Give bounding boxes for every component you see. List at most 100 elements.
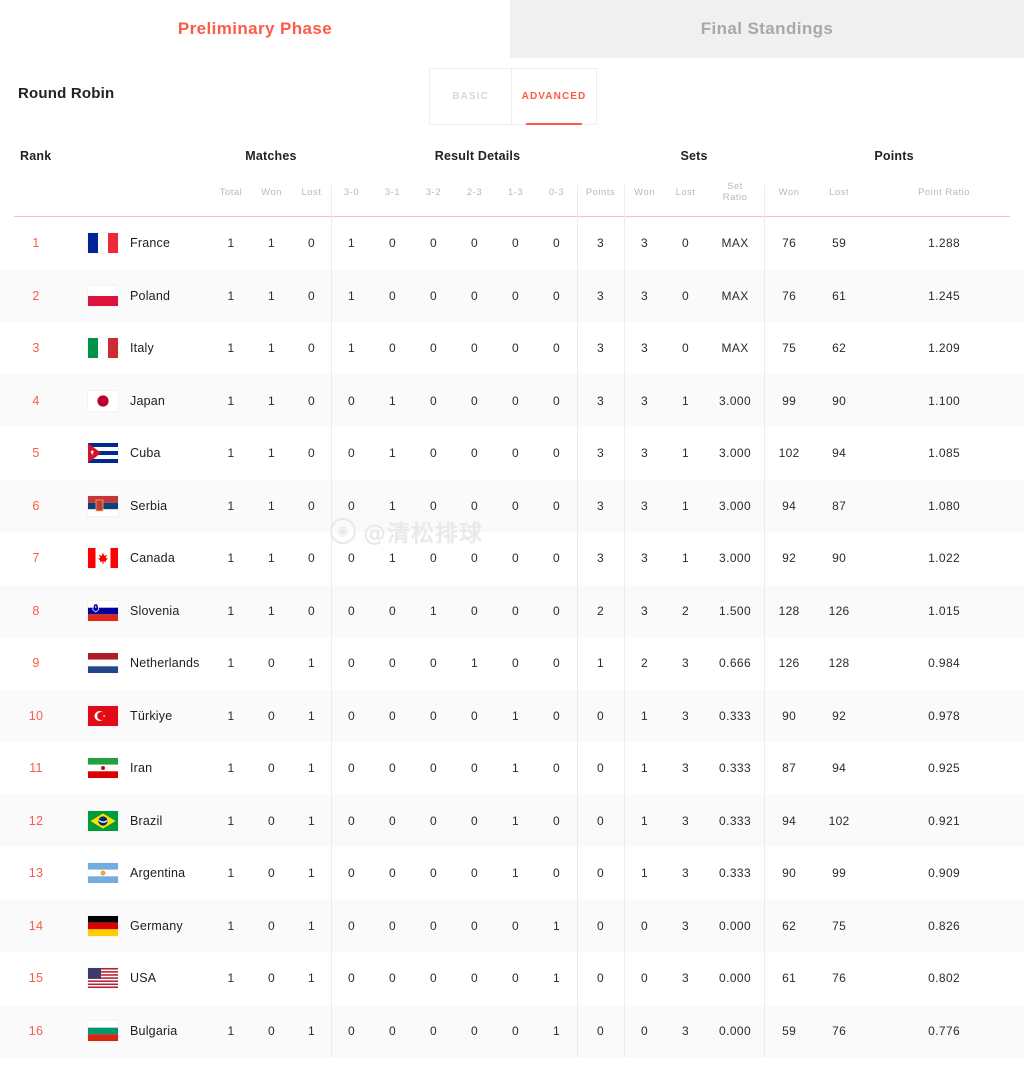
cell-res-0-3: 0 [553, 446, 560, 461]
table-row[interactable]: 12 Brazil 1 0 1 0 0 0 0 1 0 0 1 3 0.333 94 102 0.921 [0, 794, 1024, 847]
cell-points-lost: 62 [832, 341, 847, 356]
cell-result-points: 3 [597, 498, 605, 513]
cell-result-points: 3 [597, 236, 605, 251]
cell-res-1-3: 0 [512, 603, 519, 618]
cell-res-3-0: 0 [348, 918, 355, 933]
cell-set-ratio: 0.333 [719, 708, 752, 723]
cell-result-points: 0 [597, 918, 605, 933]
cell-res-0-3: 1 [553, 1023, 560, 1038]
cell-point-ratio: 1.209 [928, 341, 961, 356]
cell-res-3-1: 0 [389, 866, 396, 881]
cell-res-3-1: 0 [389, 761, 396, 776]
cell-sets-won: 3 [641, 498, 649, 513]
cell-team-name: France [130, 236, 171, 251]
cell-set-ratio: MAX [721, 236, 749, 251]
cell-sets-won: 1 [641, 866, 649, 881]
table-row[interactable]: 15 USA 1 0 1 0 0 0 0 0 1 0 0 3 0.000 61 76 0.802 [0, 952, 1024, 1005]
cell-rank: 16 [28, 1023, 44, 1038]
cell-point-ratio: 1.288 [928, 236, 961, 251]
cell-rank: 4 [32, 393, 40, 408]
cell-res-3-1: 0 [389, 918, 396, 933]
cell-matches-won: 1 [268, 498, 275, 513]
table-row[interactable]: 4 Japan 1 1 0 0 1 0 0 0 0 3 3 1 3.000 99 90 1.100 [0, 374, 1024, 427]
cell-matches-lost: 1 [308, 866, 315, 881]
cell-res-3-2: 0 [430, 708, 437, 723]
cell-res-2-3: 1 [471, 656, 478, 671]
cell-res-3-1: 1 [389, 498, 396, 513]
table-row[interactable]: 7 Canada 1 1 0 0 1 0 0 0 0 3 3 1 3.000 92 90 1.022 [0, 532, 1024, 585]
group-header-sets: Sets [680, 149, 708, 163]
cell-res-3-1: 0 [389, 971, 396, 986]
cell-result-points: 3 [597, 341, 605, 356]
cell-matches-total: 1 [227, 708, 235, 723]
table-row[interactable]: 8 Slovenia 1 1 0 0 0 1 0 0 0 2 3 2 1.500 128 126 1.015 [0, 584, 1024, 637]
tab-advanced[interactable]: ADVANCED [512, 69, 596, 125]
cell-res-3-0: 0 [348, 761, 355, 776]
cell-sets-lost: 3 [682, 971, 690, 986]
cell-matches-won: 1 [268, 288, 275, 303]
tab-basic[interactable]: BASIC [430, 69, 512, 124]
tab-final-standings[interactable]: Final Standings [510, 0, 1024, 58]
cell-points-won: 90 [782, 708, 797, 723]
cell-team-name: Slovenia [130, 603, 180, 618]
cell-res-3-1: 0 [389, 288, 396, 303]
table-row[interactable]: 2 Poland 1 1 0 1 0 0 0 0 0 3 3 0 MAX 76 61 1.245 [0, 269, 1024, 322]
cell-point-ratio: 1.022 [928, 551, 961, 566]
cell-point-ratio: 0.978 [928, 708, 961, 723]
cell-res-1-3: 1 [512, 866, 519, 881]
cell-res-3-1: 0 [389, 236, 396, 251]
cell-res-1-3: 0 [512, 341, 519, 356]
cell-res-3-2: 0 [430, 341, 437, 356]
cell-res-3-2: 0 [430, 761, 437, 776]
cell-team-name: Italy [130, 341, 154, 356]
flag-ir-icon [72, 742, 128, 795]
cell-rank: 5 [32, 446, 40, 461]
cell-matches-lost: 1 [308, 918, 315, 933]
sub-header-sets-lost: Lost [675, 186, 696, 198]
cell-set-ratio: 0.666 [719, 656, 752, 671]
cell-sets-lost: 3 [682, 708, 690, 723]
table-row[interactable]: 14 Germany 1 0 1 0 0 0 0 0 1 0 0 3 0.000 62 75 0.826 [0, 899, 1024, 952]
cell-point-ratio: 0.776 [928, 1023, 961, 1038]
cell-res-3-0: 0 [348, 971, 355, 986]
cell-res-3-0: 0 [348, 813, 355, 828]
cell-matches-lost: 0 [308, 551, 315, 566]
cell-res-3-1: 0 [389, 656, 396, 671]
table-row[interactable]: 10 Türkiye 1 0 1 0 0 0 0 1 0 0 1 3 0.333 90 92 0.978 [0, 689, 1024, 742]
tab-preliminary-phase[interactable]: Preliminary Phase [0, 0, 510, 58]
cell-matches-total: 1 [227, 656, 235, 671]
cell-matches-total: 1 [227, 1023, 235, 1038]
table-row[interactable]: 3 Italy 1 1 0 1 0 0 0 0 0 3 3 0 MAX 75 62 1.209 [0, 322, 1024, 375]
cell-team-name: Brazil [130, 813, 163, 828]
cell-sets-won: 3 [641, 341, 649, 356]
standings-table: Rank Matches Result Details Sets Points … [0, 135, 1024, 1057]
cell-set-ratio: 0.333 [719, 813, 752, 828]
cell-points-won: 128 [778, 603, 800, 618]
table-row[interactable]: 16 Bulgaria 1 0 1 0 0 0 0 0 1 0 0 3 0.000 59 76 0.776 [0, 1004, 1024, 1058]
cell-res-2-3: 0 [471, 446, 478, 461]
cell-res-3-1: 0 [389, 813, 396, 828]
cell-team-name: Türkiye [130, 708, 173, 723]
table-row[interactable]: 11 Iran 1 0 1 0 0 0 0 1 0 0 1 3 0.333 87 94 0.925 [0, 742, 1024, 795]
tab-basic-label: BASIC [452, 91, 489, 102]
flag-it-icon [72, 322, 128, 375]
column-divider-results [577, 185, 578, 1057]
cell-res-3-1: 1 [389, 393, 396, 408]
table-row[interactable]: 13 Argentina 1 0 1 0 0 0 0 1 0 0 1 3 0.333 90 99 0.909 [0, 847, 1024, 900]
table-row[interactable]: 9 Netherlands 1 0 1 0 0 0 1 0 0 1 2 3 0.666 126 128 0.984 [0, 637, 1024, 690]
table-row[interactable]: 5 Cuba 1 1 0 0 1 0 0 0 0 3 3 1 3.000 102 94 1.085 [0, 427, 1024, 480]
cell-sets-lost: 3 [682, 761, 690, 776]
cell-res-1-3: 0 [512, 446, 519, 461]
cell-rank: 7 [32, 551, 40, 566]
cell-res-3-2: 0 [430, 551, 437, 566]
table-row[interactable]: 1 France 1 1 0 1 0 0 0 0 0 3 3 0 MAX 76 59 1.288 [0, 217, 1024, 270]
cell-sets-lost: 0 [682, 288, 690, 303]
cell-matches-lost: 1 [308, 971, 315, 986]
flag-bg-icon [72, 1005, 128, 1058]
standings-page: Preliminary Phase Final Standings Round … [0, 0, 1024, 1067]
cell-point-ratio: 1.085 [928, 446, 961, 461]
cell-matches-total: 1 [227, 603, 235, 618]
cell-res-3-2: 1 [430, 603, 437, 618]
table-row[interactable]: 6 Serbia 1 1 0 0 1 0 0 0 0 3 3 1 3.000 94 87 1.080 [0, 479, 1024, 532]
cell-result-points: 3 [597, 288, 605, 303]
